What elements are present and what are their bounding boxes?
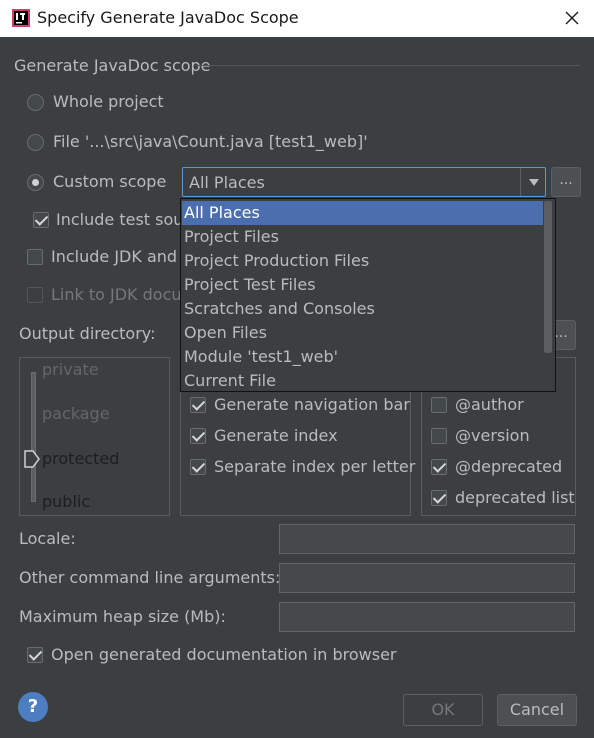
open-browser-checkbox[interactable] <box>27 647 43 663</box>
dropdown-item[interactable]: Project Test Files <box>182 273 543 297</box>
locale-input[interactable] <box>279 524 575 554</box>
dropdown-item[interactable]: Open Files <box>182 321 543 345</box>
intellij-app-icon <box>12 9 30 27</box>
deprecated-list-checkbox[interactable] <box>431 490 447 506</box>
scope-dropdown-list[interactable]: All Places Project Files Project Product… <box>180 198 556 392</box>
author-label[interactable]: @author <box>455 395 524 414</box>
visibility-level[interactable]: public <box>42 492 90 511</box>
dropdown-item[interactable]: Current File <box>182 369 543 393</box>
dropdown-item[interactable]: Project Files <box>182 225 543 249</box>
deprecated-list-label[interactable]: deprecated list <box>455 488 575 507</box>
file-radio[interactable] <box>27 134 44 151</box>
include-jdk-label[interactable]: Include JDK and <box>51 247 177 266</box>
scope-group-title: Generate JavaDoc scope <box>14 56 211 75</box>
custom-scope-label[interactable]: Custom scope <box>53 172 166 191</box>
separate-index-label[interactable]: Separate index per letter <box>214 457 415 476</box>
dropdown-item[interactable]: Module 'test1_web' <box>182 345 543 369</box>
ok-button[interactable]: OK <box>403 694 483 726</box>
other-args-label: Other command line arguments: <box>19 568 281 587</box>
scope-combo[interactable]: All Places <box>182 167 546 197</box>
locale-label: Locale: <box>19 529 76 548</box>
whole-project-label[interactable]: Whole project <box>53 92 164 111</box>
include-test-label[interactable]: Include test sour <box>56 210 190 229</box>
index-label[interactable]: Generate index <box>214 426 338 445</box>
visibility-level[interactable]: private <box>42 360 99 379</box>
deprecated-checkbox[interactable] <box>431 459 447 475</box>
window-title: Specify Generate JavaDoc Scope <box>37 8 299 27</box>
author-checkbox[interactable] <box>431 397 447 413</box>
version-label[interactable]: @version <box>455 426 530 445</box>
file-label[interactable]: File '...\src\java\Count.java [test1_web… <box>53 132 368 151</box>
link-jdk-checkbox[interactable] <box>27 287 43 303</box>
group-divider <box>196 65 580 66</box>
visibility-level-selected[interactable]: protected <box>42 449 119 468</box>
include-test-checkbox[interactable] <box>33 212 49 228</box>
output-directory-label: Output directory: <box>19 324 156 343</box>
open-browser-label[interactable]: Open generated documentation in browser <box>51 645 397 664</box>
visibility-slider-track[interactable] <box>31 372 36 502</box>
dropdown-item[interactable]: Project Production Files <box>182 249 543 273</box>
deprecated-label[interactable]: @deprecated <box>455 457 562 476</box>
custom-scope-radio[interactable] <box>27 174 44 191</box>
title-bar: Specify Generate JavaDoc Scope <box>0 0 594 37</box>
help-button[interactable]: ? <box>18 692 48 722</box>
max-heap-input[interactable] <box>279 602 575 632</box>
chevron-down-icon[interactable] <box>520 168 546 196</box>
version-checkbox[interactable] <box>431 428 447 444</box>
scope-combo-value: All Places <box>189 173 265 192</box>
link-jdk-label[interactable]: Link to JDK docu <box>51 285 182 304</box>
separate-index-checkbox[interactable] <box>190 459 206 475</box>
dropdown-scrollbar-thumb[interactable] <box>544 201 552 353</box>
slider-thumb-icon[interactable] <box>24 450 40 468</box>
visibility-level[interactable]: package <box>42 404 110 423</box>
max-heap-label: Maximum heap size (Mb): <box>19 607 226 626</box>
cancel-button[interactable]: Cancel <box>497 694 577 726</box>
index-checkbox[interactable] <box>190 428 206 444</box>
close-icon[interactable] <box>560 6 584 30</box>
nav-bar-label[interactable]: Generate navigation bar <box>214 395 410 414</box>
other-args-input[interactable] <box>279 563 575 593</box>
dropdown-item-selected[interactable]: All Places <box>182 201 543 225</box>
dropdown-item[interactable]: Scratches and Consoles <box>182 297 543 321</box>
scope-browse-button[interactable]: ... <box>551 167 581 197</box>
include-jdk-checkbox[interactable] <box>27 249 43 265</box>
nav-bar-checkbox[interactable] <box>190 397 206 413</box>
whole-project-radio[interactable] <box>27 94 44 111</box>
